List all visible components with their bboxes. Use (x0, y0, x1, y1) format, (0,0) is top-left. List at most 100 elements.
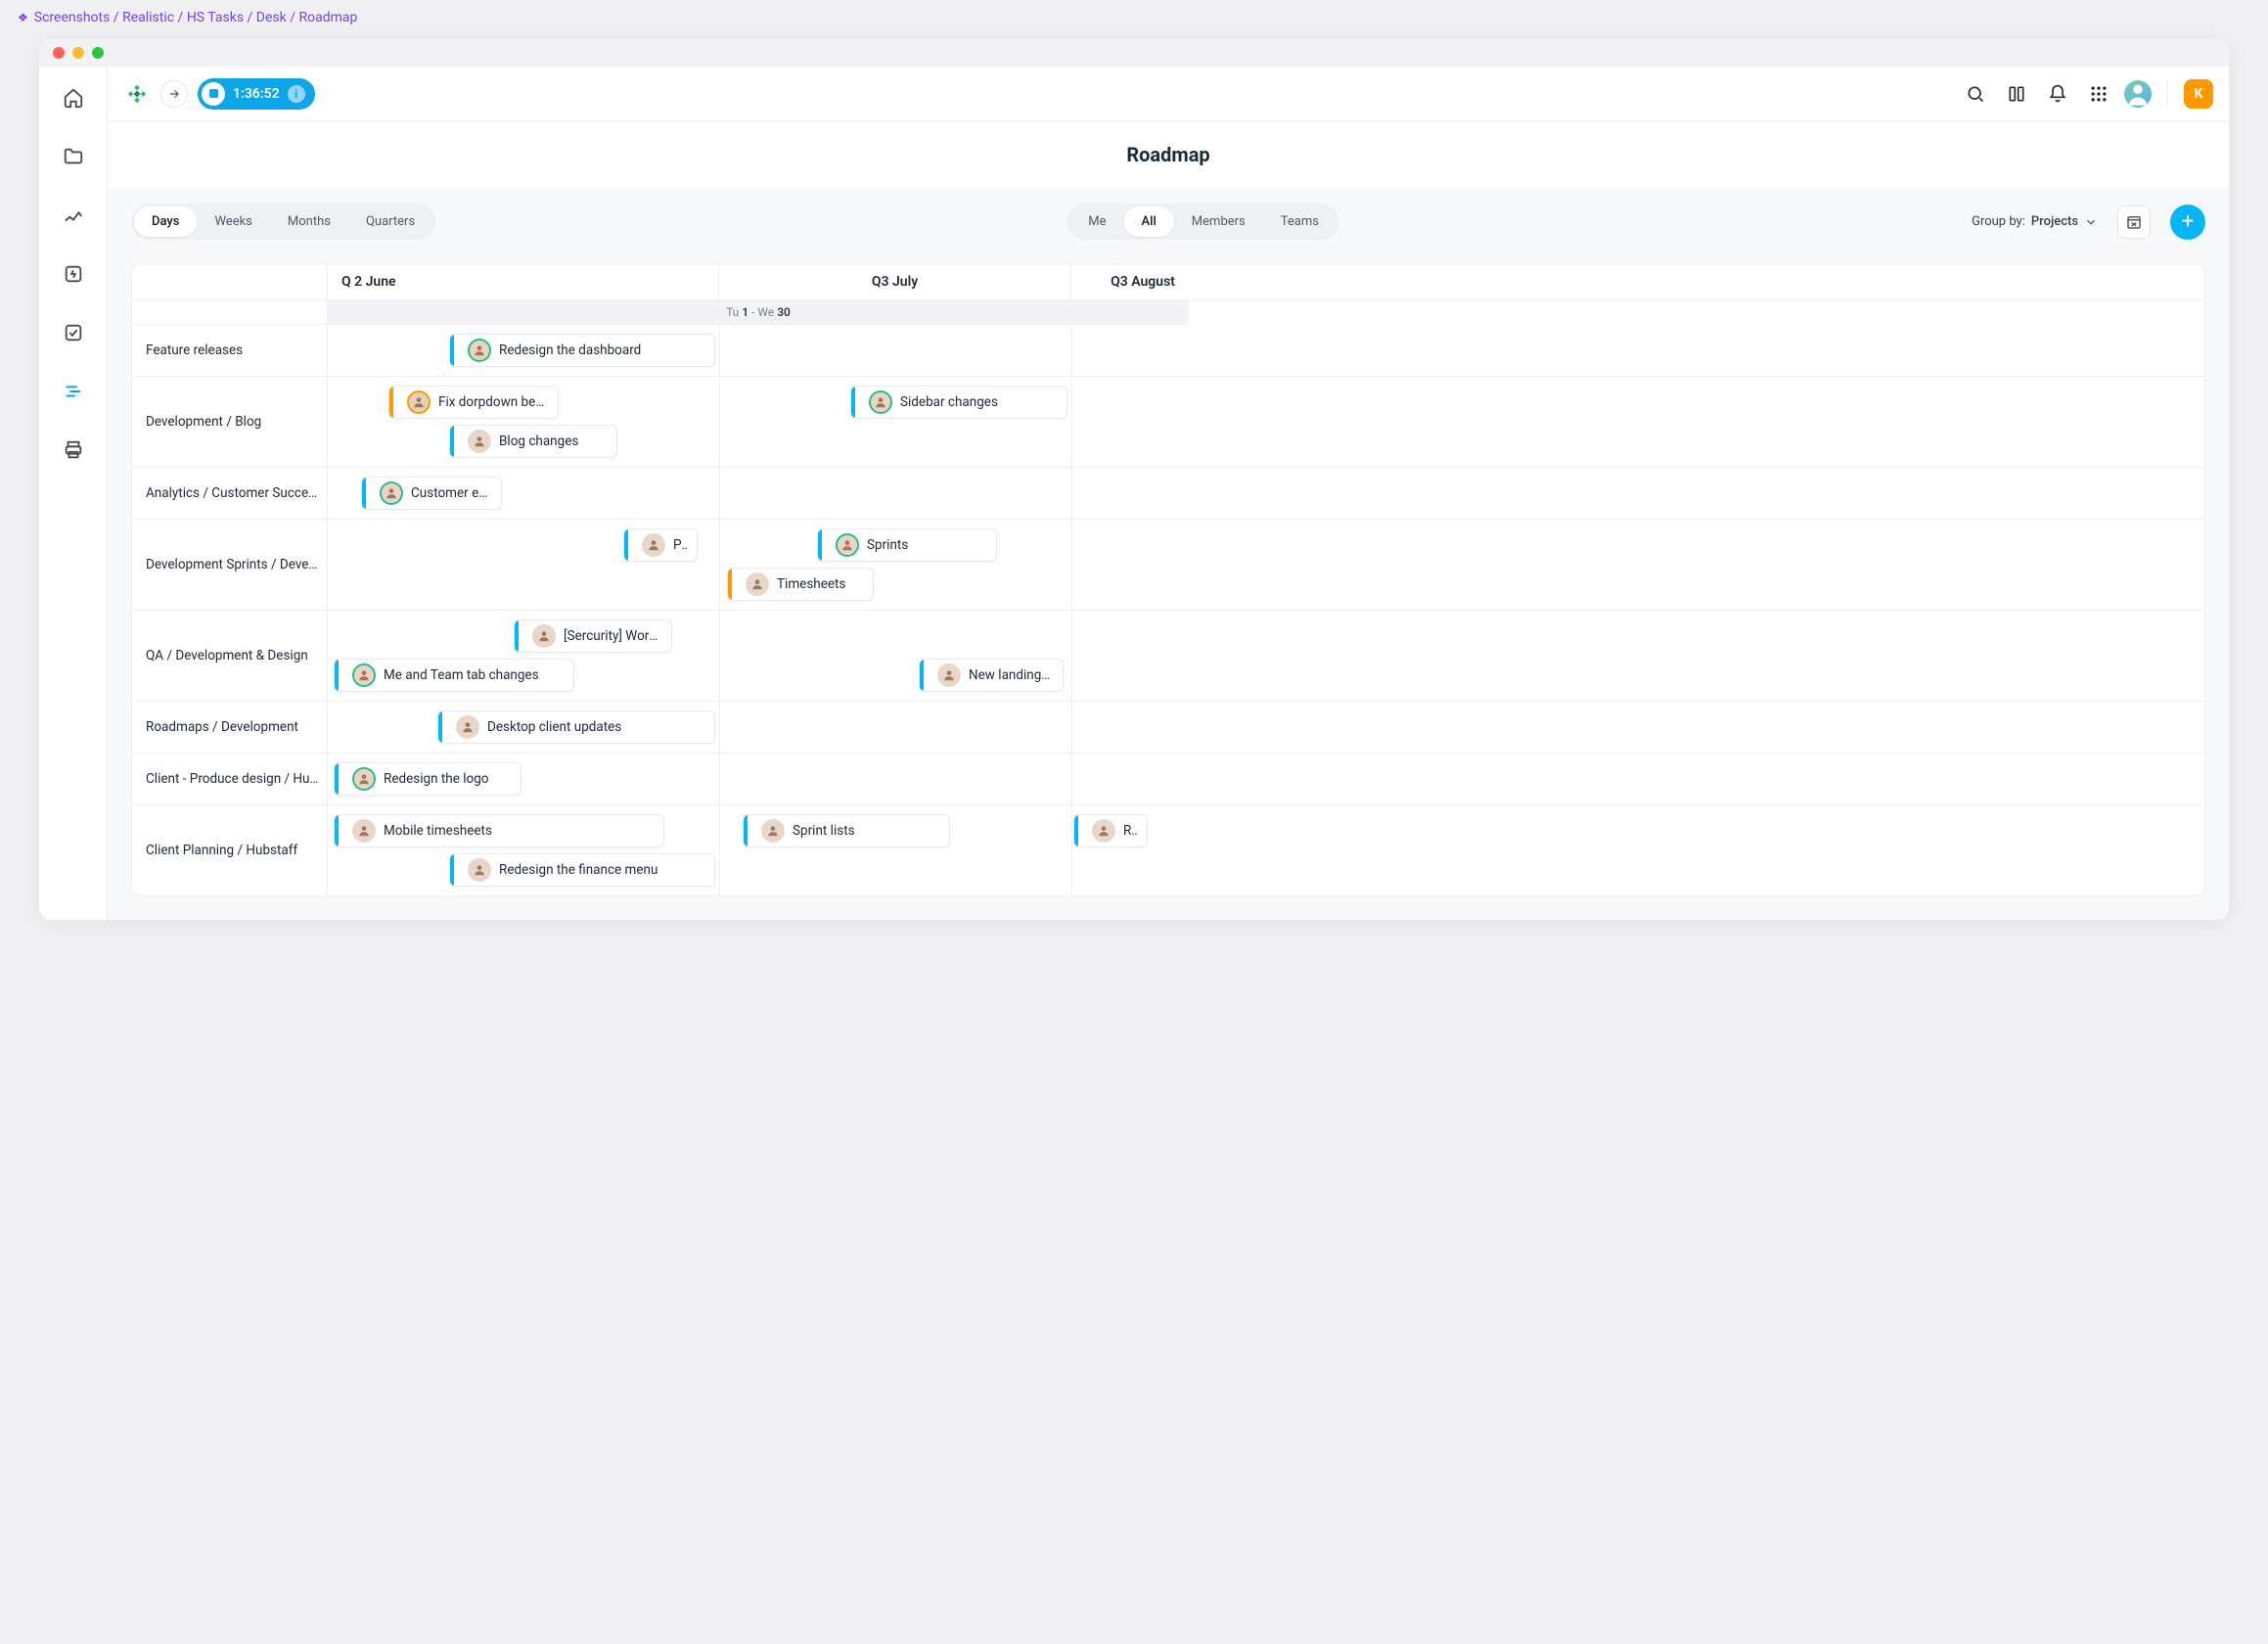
mac-close[interactable] (53, 47, 65, 59)
card-stripe (515, 620, 519, 652)
roadmap-row: QA / Development & Design[Sercurity] Wor… (132, 611, 2204, 702)
task-title: Sprints (867, 537, 908, 553)
page-title: Roadmap (108, 121, 2229, 188)
task-card[interactable]: Sidebar changes (850, 386, 1067, 419)
task-card[interactable]: Me and Team tab changes (334, 659, 574, 692)
task-card[interactable]: Sprint lists (743, 814, 950, 847)
row-tracks: Desktop client updates (328, 702, 1189, 753)
mac-minimize[interactable] (72, 47, 84, 59)
breadcrumb-item[interactable]: Desk (256, 10, 287, 25)
app-logo-icon[interactable] (123, 80, 151, 108)
scale-tab-days[interactable]: Days (134, 206, 197, 237)
calendar-cancel-button[interactable] (2117, 206, 2151, 239)
task-card[interactable]: Desktop client updates (437, 710, 715, 744)
roadmap-row: Development / Blog Fix dorpdown behavior S… (132, 377, 2204, 468)
scale-tab-weeks[interactable]: Weeks (197, 206, 269, 237)
sidebar (39, 67, 108, 920)
task-card[interactable]: Redesign the logo (334, 762, 522, 796)
roadmap-grid: Q 2 June Q3 July Q3 August Tu 1 - We 30 … (131, 263, 2205, 896)
col-q2-june: Q 2 June (328, 264, 719, 299)
assignee-avatar (532, 624, 556, 648)
card-stripe (335, 763, 339, 795)
search-icon[interactable] (1960, 78, 1991, 110)
scale-tab-quarters[interactable]: Quarters (348, 206, 432, 237)
nav-print[interactable] (54, 431, 93, 470)
panels-icon[interactable] (2001, 78, 2032, 110)
card-stripe (851, 387, 855, 418)
task-title: Redesign the finance menu (499, 862, 658, 878)
roadmap-row: Client Planning / Hubstaff Mobile timeshe… (132, 805, 2204, 895)
nav-activity[interactable] (54, 196, 93, 235)
task-card[interactable]: Rebu… (1073, 814, 1148, 847)
task-title: Timesheets (777, 576, 845, 592)
nav-energy[interactable] (54, 254, 93, 294)
nav-home[interactable] (54, 78, 93, 117)
task-title: Me and Team tab changes (384, 667, 539, 683)
card-stripe (438, 711, 442, 743)
task-title: Rebu… (1123, 823, 1137, 839)
breadcrumb: ❖ Screenshots / Realistic / HS Tasks / D… (0, 0, 2268, 35)
row-label: Client - Produce design / Hu… (132, 754, 328, 804)
assignee-avatar (380, 481, 403, 505)
breadcrumb-item[interactable]: Realistic (122, 10, 174, 25)
task-title: Sidebar changes (900, 394, 998, 410)
add-button[interactable]: + (2170, 205, 2205, 240)
card-stripe (920, 660, 924, 691)
nav-roadmap[interactable] (54, 372, 93, 411)
card-stripe (335, 660, 339, 691)
row-tracks: Redesign the logo (328, 754, 1189, 804)
bell-icon[interactable] (2042, 78, 2073, 110)
people-tab-members[interactable]: Members (1174, 206, 1263, 237)
task-card[interactable]: Customer emails (361, 477, 502, 510)
timer-value: 1:36:52 (233, 86, 280, 102)
row-label: Client Planning / Hubstaff (132, 805, 328, 895)
task-card[interactable]: Provi… (623, 528, 698, 562)
roadmap-header-row: Q 2 June Q3 July Q3 August (132, 264, 2204, 300)
task-title: Sprint lists (793, 823, 855, 839)
task-card[interactable]: [Sercurity] Work break… (514, 619, 672, 653)
nav-checkbox[interactable] (54, 313, 93, 352)
timer-info-icon[interactable]: i (288, 85, 305, 103)
assignee-avatar (352, 767, 376, 791)
timer-pill[interactable]: 1:36:52 i (198, 78, 315, 110)
task-title: New landing page… (969, 667, 1053, 683)
roadmap-subheader: Tu 1 - We 30 (132, 300, 2204, 325)
timer-stop-icon[interactable] (202, 82, 225, 106)
breadcrumb-item[interactable]: Screenshots (34, 10, 111, 25)
user-avatar[interactable] (2124, 80, 2152, 108)
mac-maximize[interactable] (92, 47, 104, 59)
assignee-avatar (352, 663, 376, 687)
people-tab-me[interactable]: Me (1070, 206, 1123, 237)
workspace-badge[interactable]: K (2184, 79, 2213, 109)
apps-grid-icon[interactable] (2083, 78, 2114, 110)
task-card[interactable]: New landing page… (919, 659, 1064, 692)
row-label: Analytics / Customer Succe… (132, 468, 328, 519)
task-card[interactable]: Blog changes (449, 425, 617, 458)
card-stripe (450, 854, 454, 886)
task-card[interactable]: Timesheets (727, 568, 874, 601)
people-tab-all[interactable]: All (1124, 206, 1174, 237)
breadcrumb-item[interactable]: Roadmap (298, 10, 357, 25)
assignee-avatar (468, 858, 491, 882)
task-card[interactable]: Mobile timesheets (334, 814, 664, 847)
roadmap-row: Client - Produce design / Hu…Redesign th… (132, 754, 2204, 805)
scale-tab-months[interactable]: Months (270, 206, 348, 237)
task-card[interactable]: Redesign the finance menu (449, 853, 715, 887)
task-card[interactable]: Fix dorpdown behavior (388, 386, 559, 419)
assignee-avatar (746, 572, 769, 596)
task-title: Mobile timesheets (384, 823, 492, 839)
group-by-dropdown[interactable]: Group by: Projects (1972, 214, 2098, 229)
task-card[interactable]: Redesign the dashboard (449, 334, 715, 367)
people-tab-teams[interactable]: Teams (1263, 206, 1337, 237)
forward-button[interactable] (160, 80, 188, 108)
assignee-avatar (456, 715, 479, 739)
divider (2167, 80, 2168, 108)
task-title: Redesign the dashboard (499, 342, 641, 358)
breadcrumb-item[interactable]: HS Tasks (187, 10, 244, 25)
row-label: Development / Blog (132, 377, 328, 467)
assignee-avatar (352, 819, 376, 843)
nav-folder[interactable] (54, 137, 93, 176)
card-stripe (450, 426, 454, 457)
row-label: Development Sprints / Deve… (132, 520, 328, 610)
task-card[interactable]: Sprints (817, 528, 997, 562)
